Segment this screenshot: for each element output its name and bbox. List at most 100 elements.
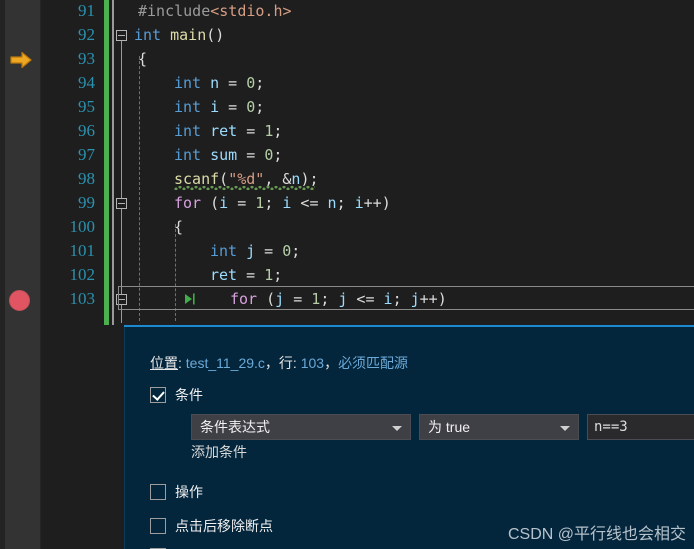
condition-checkbox-label: 条件 xyxy=(175,387,203,403)
code-line-99[interactable]: for (i = 1; i <= n; i++) xyxy=(174,191,391,215)
peek-content: 位置: test_11_29.c，行: 103，必须匹配源 条件 条件表达式 为… xyxy=(124,327,694,549)
line-number: 99 xyxy=(78,193,95,212)
action-checkbox-label: 操作 xyxy=(175,484,203,500)
location-file-name[interactable]: test_11_29.c xyxy=(186,355,265,371)
token-keyword-int: int xyxy=(174,122,202,140)
token-include-directive: #include xyxy=(138,2,211,20)
csdn-watermark: CSDN @平行线也会相交 xyxy=(507,526,686,543)
token-open-brace: { xyxy=(174,218,184,236)
token-var-sum: sum xyxy=(210,146,238,164)
collapse-toggle-main[interactable] xyxy=(116,30,127,41)
token-var-i: i xyxy=(354,194,364,212)
token-keyword-int: int xyxy=(174,146,202,164)
token-var-i: i xyxy=(210,98,220,116)
error-squiggle xyxy=(174,186,315,190)
code-line-95[interactable]: int i = 0; xyxy=(174,95,264,119)
action-checkbox[interactable] xyxy=(150,484,166,500)
token-keyword-int: int xyxy=(210,242,238,260)
code-line-91[interactable]: #include<stdio.h> xyxy=(138,0,292,23)
code-line-100[interactable]: { xyxy=(174,215,183,239)
token-keyword-for: for xyxy=(174,194,202,212)
location-line-separator: : xyxy=(292,355,301,371)
condition-controls-row: 条件表达式 为 true n==3 xyxy=(191,414,694,440)
outlining-margin[interactable] xyxy=(114,0,130,325)
location-comma-2: ， xyxy=(324,355,339,371)
line-number: 93 xyxy=(78,49,95,68)
line-number: 100 xyxy=(69,217,96,236)
orange-right-arrow-icon xyxy=(10,51,32,69)
token-var-i: i xyxy=(219,194,229,212)
code-line-102[interactable]: ret = 1; xyxy=(210,263,282,287)
line-number: 98 xyxy=(78,169,95,188)
outline-guide-line xyxy=(121,41,122,323)
breakpoint-indicator-icon[interactable] xyxy=(9,290,30,311)
token-include-header: <stdio.h> xyxy=(210,2,292,20)
line-number: 92 xyxy=(78,25,95,44)
token-open-brace: { xyxy=(138,50,148,68)
condition-type-select[interactable]: 条件表达式 xyxy=(191,414,411,440)
code-line-97[interactable]: int sum = 0; xyxy=(174,143,282,167)
editor-indicator-margin[interactable] xyxy=(0,0,41,549)
bookmark-arrow-icon[interactable] xyxy=(10,51,32,69)
token-var-ret: ret xyxy=(210,266,238,284)
collapse-toggle-outer-for[interactable] xyxy=(116,198,127,209)
line-number: 94 xyxy=(78,73,95,92)
action-checkbox-row[interactable]: 操作 xyxy=(150,482,203,502)
breakpoint-settings-peek-window: 位置: test_11_29.c，行: 103，必须匹配源 条件 条件表达式 为… xyxy=(124,325,694,549)
breakpoint-line-highlight xyxy=(118,286,694,310)
line-number: 91 xyxy=(78,1,95,20)
line-number: 96 xyxy=(78,121,95,140)
code-line-101[interactable]: int j = 0; xyxy=(210,239,300,263)
token-var-n: n xyxy=(327,194,337,212)
code-line-93[interactable]: { xyxy=(138,47,147,71)
location-line-number[interactable]: 103 xyxy=(301,355,324,371)
indent-guide xyxy=(139,56,140,321)
margin-edge-strip xyxy=(0,0,5,549)
token-num-1: 1 xyxy=(255,194,265,212)
code-line-94[interactable]: int n = 0; xyxy=(174,71,264,95)
location-separator: : xyxy=(178,355,186,371)
code-line-92[interactable]: int main() xyxy=(134,23,224,47)
token-parens: () xyxy=(206,26,225,44)
token-var-j: j xyxy=(246,242,256,260)
line-number: 103 xyxy=(69,289,96,308)
breakpoint-location-row: 位置: test_11_29.c，行: 103，必须匹配源 xyxy=(150,353,408,373)
line-number-gutter: 91 92 93 94 95 96 97 98 99 100 101 102 1… xyxy=(41,0,103,549)
token-num-1: 1 xyxy=(264,122,274,140)
run-to-cursor-icon[interactable] xyxy=(182,287,198,311)
condition-expression-value: n==3 xyxy=(594,419,628,435)
token-keyword-int: int xyxy=(134,26,162,44)
code-text-area[interactable]: #include<stdio.h> int main() { int n = 0… xyxy=(130,0,694,325)
change-bar xyxy=(104,0,109,325)
line-number: 101 xyxy=(69,241,96,260)
token-function-main: main xyxy=(170,26,207,44)
token-var-ret: ret xyxy=(210,122,238,140)
line-number: 95 xyxy=(78,97,95,116)
remove-breakpoint-checkbox-row[interactable]: 点击后移除断点 xyxy=(150,516,273,536)
condition-checkbox-row[interactable]: 条件 xyxy=(150,385,203,405)
chevron-down-icon xyxy=(392,426,402,431)
token-keyword-int: int xyxy=(174,98,202,116)
remove-breakpoint-checkbox[interactable] xyxy=(150,518,166,534)
code-line-96[interactable]: int ret = 1; xyxy=(174,119,282,143)
location-line-label: 行 xyxy=(278,355,293,371)
line-number: 97 xyxy=(78,145,95,164)
condition-type-select-value: 条件表达式 xyxy=(200,419,270,435)
condition-comparison-select[interactable]: 为 true xyxy=(419,414,579,440)
green-run-arrow-icon xyxy=(185,293,195,305)
location-must-match-source[interactable]: 必须匹配源 xyxy=(338,355,408,371)
token-num-0: 0 xyxy=(264,146,274,164)
condition-comparison-select-value: 为 true xyxy=(428,419,471,435)
token-num-0: 0 xyxy=(282,242,292,260)
token-num-1: 1 xyxy=(264,266,274,284)
add-condition-link[interactable]: 添加条件 xyxy=(191,442,247,462)
line-number: 102 xyxy=(69,265,96,284)
condition-checkbox[interactable] xyxy=(150,387,166,403)
chevron-down-icon xyxy=(560,426,570,431)
remove-breakpoint-checkbox-label: 点击后移除断点 xyxy=(175,518,273,534)
visual-studio-editor-window: 91 92 93 94 95 96 97 98 99 100 101 102 1… xyxy=(0,0,694,549)
condition-expression-input[interactable]: n==3 xyxy=(587,414,694,440)
token-num-0: 0 xyxy=(246,74,256,92)
location-label: 位置 xyxy=(150,355,178,371)
